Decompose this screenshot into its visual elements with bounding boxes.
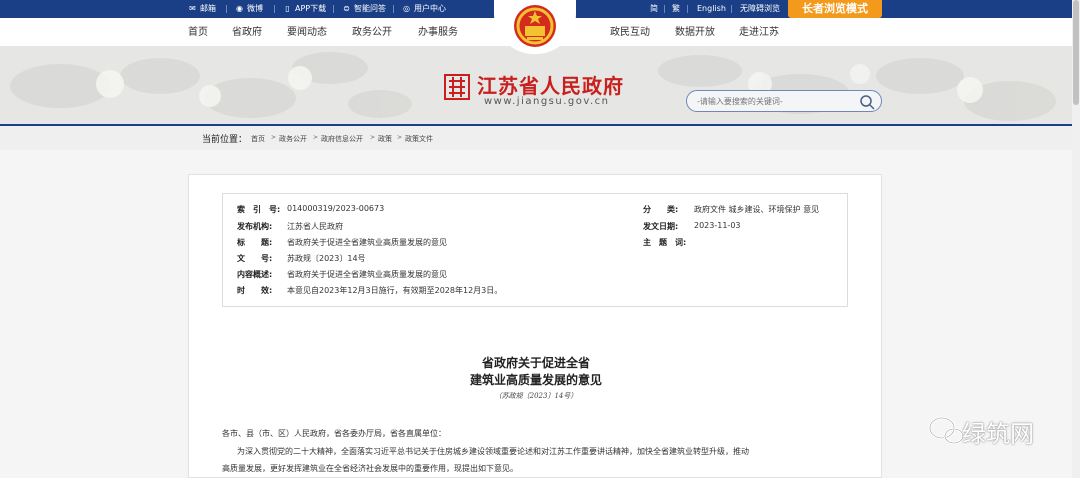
docno-label: 文 号: xyxy=(237,254,273,263)
breadcrumb-gov-info[interactable]: 政府信息公开 xyxy=(321,134,363,144)
nav-services[interactable]: 办事服务 xyxy=(418,18,458,46)
nav-news[interactable]: 要闻动态 xyxy=(287,18,327,46)
index-label: 索 引 号: xyxy=(237,205,281,214)
docno-value: 苏政规〔2023〕14号 xyxy=(287,254,366,263)
ai-qa-link[interactable]: ⊜ 智能问答 xyxy=(342,0,386,18)
app-download-link[interactable]: ▯ APP下载 xyxy=(283,0,326,18)
lang-simplified-link[interactable]: 简 xyxy=(650,0,658,18)
search-icon[interactable] xyxy=(859,94,875,110)
nav-open-data[interactable]: 数据开放 xyxy=(675,18,715,46)
category-value: 政府文件 城乡建设、环境保护 意见 xyxy=(694,205,820,214)
search-input[interactable] xyxy=(697,94,857,109)
site-name: 江苏省人民政府 xyxy=(477,74,624,98)
issuer-label: 发布机构: xyxy=(237,222,273,231)
nav-interaction[interactable]: 政民互动 xyxy=(610,18,650,46)
breadcrumb-label: 当前位置： xyxy=(202,135,248,145)
date-label: 发文日期: xyxy=(643,222,679,231)
nav-home[interactable]: 首页 xyxy=(188,18,208,46)
emblem-icon xyxy=(514,5,556,47)
issuer-value: 江苏省人民政府 xyxy=(287,222,343,231)
document-title-line1: 省政府关于促进全省 xyxy=(481,356,590,370)
page-scrollbar[interactable] xyxy=(1072,0,1080,478)
phone-icon: ▯ xyxy=(285,4,290,13)
paragraph-1-line2: 高质量发展，更好发挥建筑业在全省经济社会发展中的重要作用，现提出如下意见。 xyxy=(222,464,518,473)
accessible-browse-link[interactable]: 无障碍浏览 xyxy=(740,0,780,18)
paragraph-1-line1: 为深入贯彻党的二十大精神，全面落实习近平总书记关于住房城乡建设领域重要论述和对江… xyxy=(237,447,749,456)
site-banner: 江苏省人民政府 www.jiangsu.gov.cn xyxy=(0,46,1072,124)
weibo-link[interactable]: ◉ 微博 xyxy=(235,0,263,18)
breadcrumb-home[interactable]: 首页 xyxy=(251,134,265,144)
breadcrumb-policy-docs[interactable]: 政策文件 xyxy=(405,134,433,144)
subject-label: 主 题 词: xyxy=(643,238,687,247)
mail-link[interactable]: ✉ 邮箱 xyxy=(188,0,216,18)
date-value: 2023-11-03 xyxy=(694,221,741,230)
title-label: 标 题: xyxy=(237,238,273,247)
nav-gov-affairs[interactable]: 政务公开 xyxy=(352,18,392,46)
salutation: 各市、县（市、区）人民政府，省各委办厅局，省各直属单位： xyxy=(222,429,446,438)
title-value: 省政府关于促进全省建筑业高质量发展的意见 xyxy=(287,238,447,247)
search-box xyxy=(686,90,882,112)
user-center-link[interactable]: ◎ 用户中心 xyxy=(402,0,446,18)
category-label: 分 类: xyxy=(643,205,679,214)
scrollbar-thumb[interactable] xyxy=(1073,0,1079,105)
index-value: 014000319/2023-00673 xyxy=(287,204,385,213)
watermark-text: 绿筑网 xyxy=(962,420,1034,448)
jiangsu-logo-icon xyxy=(444,74,470,100)
summary-value: 省政府关于促进全省建筑业高质量发展的意见 xyxy=(287,270,447,279)
breadcrumb: 当前位置： 首页 > 政务公开 > 政府信息公开 > 政策 > 政策文件 xyxy=(0,126,1072,150)
document-title-line2: 建筑业高质量发展的意见 xyxy=(469,373,602,387)
validity-value: 本意见自2023年12月3日施行，有效期至2028年12月3日。 xyxy=(287,286,503,295)
validity-label: 时 效: xyxy=(237,286,273,295)
elder-mode-button[interactable]: 长者浏览模式 xyxy=(788,0,882,18)
lang-traditional-link[interactable]: 繁 xyxy=(672,0,680,18)
document-number: （苏政规〔2023〕14号） xyxy=(494,392,578,400)
weibo-icon: ◉ xyxy=(236,4,243,13)
robot-icon: ⊜ xyxy=(343,4,350,13)
nav-about-jiangsu[interactable]: 走进江苏 xyxy=(739,18,779,46)
nav-province-gov[interactable]: 省政府 xyxy=(232,18,262,46)
site-url: www.jiangsu.gov.cn xyxy=(484,96,610,107)
mail-icon: ✉ xyxy=(189,4,196,13)
lang-english-link[interactable]: English xyxy=(697,0,726,18)
summary-label: 内容概述: xyxy=(237,270,273,279)
breadcrumb-policy[interactable]: 政策 xyxy=(378,134,392,144)
breadcrumb-gov-affairs[interactable]: 政务公开 xyxy=(279,134,307,144)
user-icon: ◎ xyxy=(403,4,410,13)
